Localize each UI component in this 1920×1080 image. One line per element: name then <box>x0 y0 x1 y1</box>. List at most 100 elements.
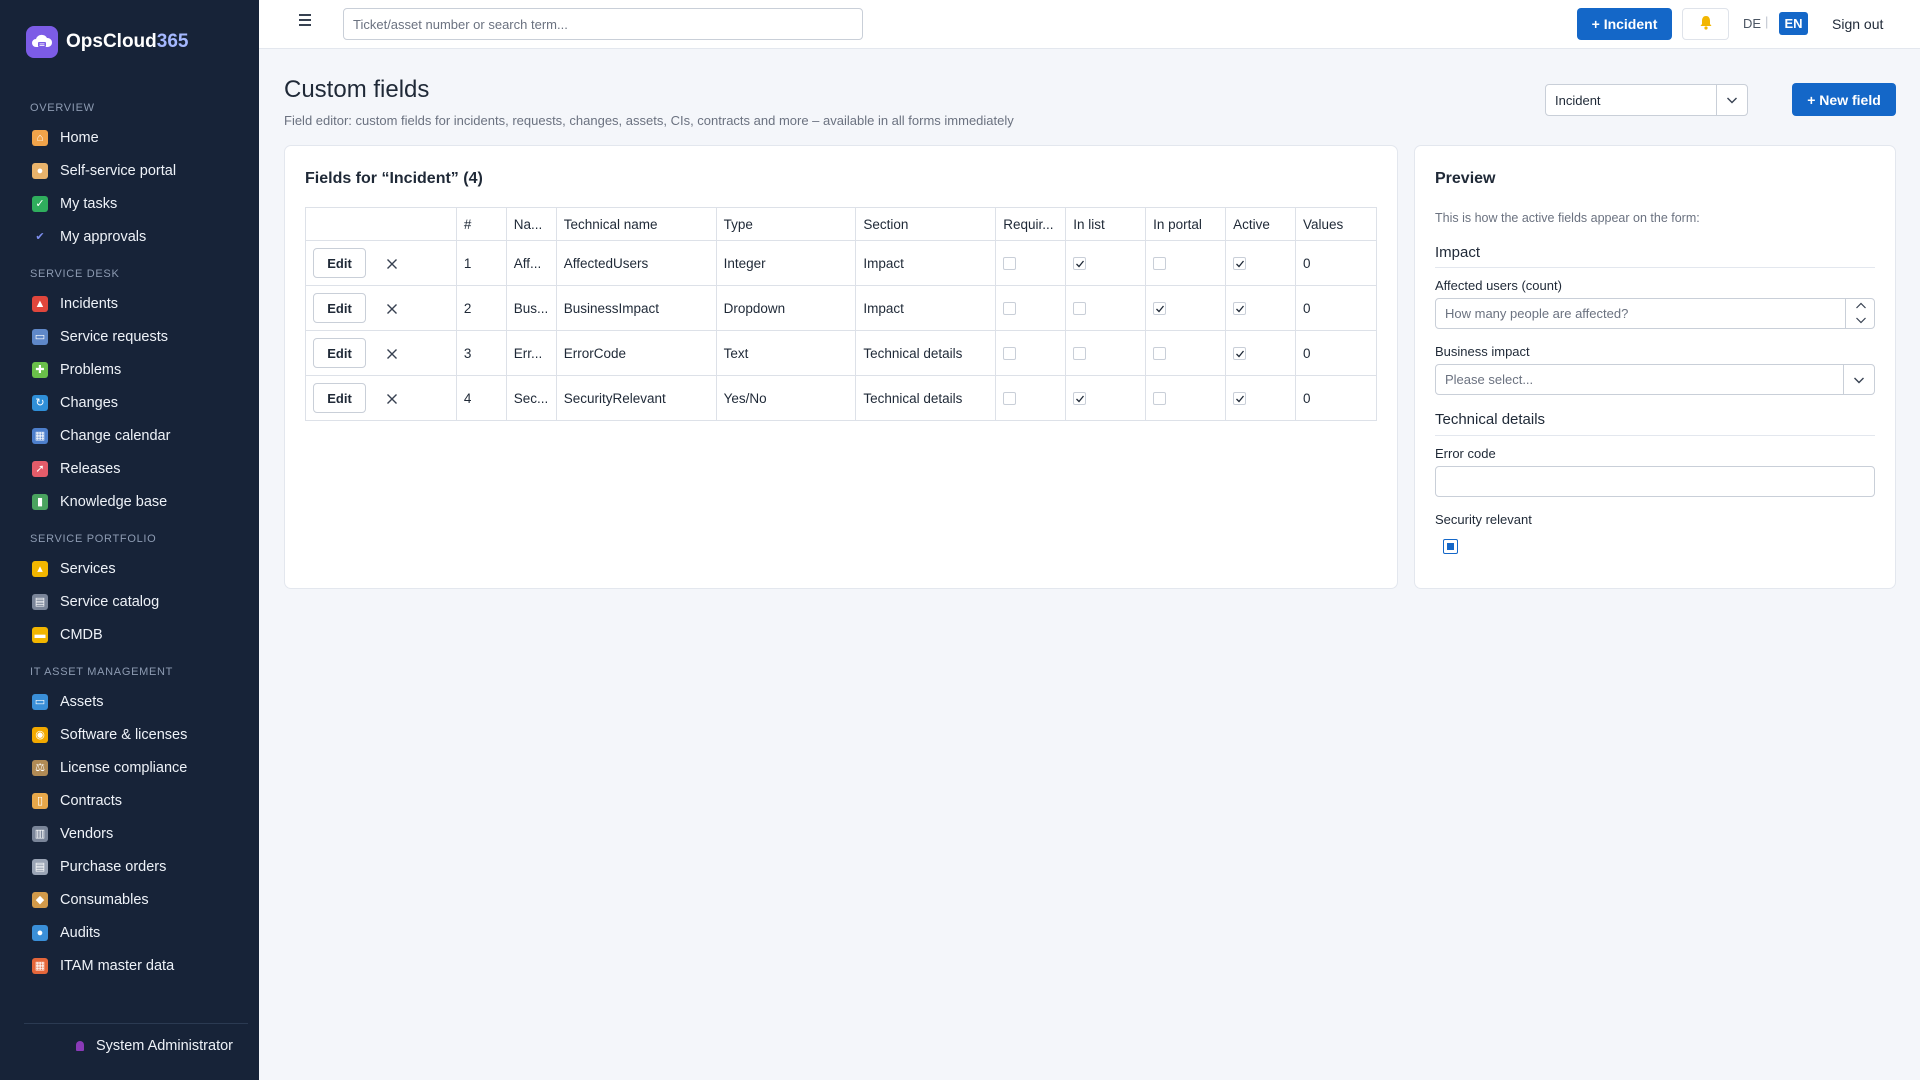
edit-button[interactable]: Edit <box>313 248 366 278</box>
required-checkbox[interactable] <box>1003 392 1017 406</box>
required-checkbox[interactable] <box>1003 347 1017 361</box>
current-user[interactable]: System Administrator <box>76 1038 233 1054</box>
in-list-checkbox[interactable] <box>1073 347 1087 361</box>
row-number: 1 <box>455 240 507 286</box>
security-relevant-checkbox[interactable] <box>1443 539 1458 554</box>
new-incident-button[interactable]: + Incident <box>1577 8 1672 40</box>
entity-type-select[interactable]: Incident <box>1545 84 1748 116</box>
sidebar-item-problems[interactable]: ✚ Problems <box>0 353 259 386</box>
language-en[interactable]: EN <box>1779 12 1808 35</box>
sidebar-item-changes[interactable]: ↻ Changes <box>0 386 259 419</box>
sidebar-item-audits[interactable]: ● Audits <box>0 916 259 949</box>
affected-users-input[interactable] <box>1435 298 1875 329</box>
user-name: System Administrator <box>96 1038 233 1054</box>
sidebar-item-cmdb[interactable]: ▬ CMDB <box>0 618 259 651</box>
field-type: Integer <box>715 240 857 286</box>
column-header-in-list[interactable]: In list <box>1065 207 1147 241</box>
in-list-checkbox[interactable] <box>1073 392 1087 406</box>
column-header-actions <box>305 207 457 241</box>
column-header-active[interactable]: Active <box>1225 207 1297 241</box>
in-list-checkbox[interactable] <box>1073 302 1087 316</box>
field-type: Text <box>715 330 857 376</box>
sidebar-item-knowledge-base[interactable]: ▮ Knowledge base <box>0 485 259 518</box>
delete-icon[interactable] <box>382 254 402 274</box>
in-portal-checkbox[interactable] <box>1153 302 1167 316</box>
edit-button[interactable]: Edit <box>313 293 366 323</box>
sidebar-item-label: CMDB <box>60 626 103 643</box>
sidebar-item-label: Software & licenses <box>60 726 188 743</box>
column-header-name[interactable]: Na... <box>505 207 557 241</box>
sign-out-link[interactable]: Sign out <box>1832 16 1883 32</box>
sidebar-section-heading: SERVICE DESK <box>30 268 120 280</box>
values-count: 0 <box>1295 285 1377 331</box>
in-portal-checkbox[interactable] <box>1153 392 1167 406</box>
sidebar-item-license-compliance[interactable]: ⚖ License compliance <box>0 751 259 784</box>
sidebar-item-incidents[interactable]: ▲ Incidents <box>0 287 259 320</box>
number-stepper[interactable] <box>1845 298 1875 329</box>
values-count: 0 <box>1295 240 1377 286</box>
sidebar-item-vendors[interactable]: ▥ Vendors <box>0 817 259 850</box>
sidebar-item-itam-master-data[interactable]: ▦ ITAM master data <box>0 949 259 982</box>
sidebar-item-home[interactable]: ⌂ Home <box>0 121 259 154</box>
required-checkbox[interactable] <box>1003 257 1017 271</box>
active-checkbox[interactable] <box>1233 302 1247 316</box>
disc-icon: ◉ <box>32 726 48 743</box>
table-row: Edit 1 Aff... AffectedUsers Integer Impact 0 <box>305 240 1377 286</box>
sidebar-item-purchase-orders[interactable]: ▤ Purchase orders <box>0 850 259 883</box>
sidebar-item-software-licenses[interactable]: ◉ Software & licenses <box>0 718 259 751</box>
edit-button[interactable]: Edit <box>313 338 366 368</box>
chevron-down-icon[interactable] <box>1855 316 1867 325</box>
active-checkbox[interactable] <box>1233 392 1247 406</box>
brand[interactable]: OpsCloud365 <box>26 26 188 58</box>
column-header-section[interactable]: Section <box>855 207 997 241</box>
column-header-type[interactable]: Type <box>715 207 857 241</box>
sidebar: OpsCloud365 OVERVIEW ⌂ Home ● Self-service p… <box>0 0 259 1080</box>
active-checkbox[interactable] <box>1233 347 1247 361</box>
column-header-in-portal[interactable]: In portal <box>1145 207 1227 241</box>
active-checkbox[interactable] <box>1233 257 1247 271</box>
column-header-required[interactable]: Requir... <box>995 207 1067 241</box>
language-de[interactable]: DE <box>1743 16 1761 31</box>
delete-icon[interactable] <box>382 299 402 319</box>
checkbox-icon: ✓ <box>32 195 48 212</box>
puzzle-icon: ✚ <box>32 361 48 378</box>
sidebar-item-service-catalog[interactable]: ▤ Service catalog <box>0 585 259 618</box>
inbox-icon: ▭ <box>32 328 48 345</box>
column-header-values[interactable]: Values <box>1295 207 1377 241</box>
table-row: Edit 2 Bus... BusinessImpact Dropdown Impact 0 <box>305 285 1377 331</box>
delete-icon[interactable] <box>382 389 402 409</box>
in-portal-checkbox[interactable] <box>1153 257 1167 271</box>
rocket-icon: ➚ <box>32 460 48 477</box>
notifications-button[interactable] <box>1682 8 1729 40</box>
sidebar-item-service-requests[interactable]: ▭ Service requests <box>0 320 259 353</box>
global-search-input[interactable] <box>343 8 863 40</box>
sidebar-item-my-tasks[interactable]: ✓ My tasks <box>0 187 259 220</box>
row-number: 4 <box>455 375 507 421</box>
table-row: Edit 3 Err... ErrorCode Text Technical detail… <box>305 330 1377 376</box>
field-name: Bus... <box>505 285 557 331</box>
preview-section-technical: Technical details <box>1435 411 1546 428</box>
in-portal-checkbox[interactable] <box>1153 347 1167 361</box>
error-code-label: Error code <box>1435 446 1496 461</box>
sidebar-item-services[interactable]: ▴ Services <box>0 552 259 585</box>
column-header-number[interactable]: # <box>455 207 507 241</box>
sidebar-item-consumables[interactable]: ◆ Consumables <box>0 883 259 916</box>
sidebar-item-contracts[interactable]: ▯ Contracts <box>0 784 259 817</box>
chevron-up-icon[interactable] <box>1855 301 1867 310</box>
in-list-checkbox[interactable] <box>1073 257 1087 271</box>
edit-button[interactable]: Edit <box>313 383 366 413</box>
computer-icon: ▭ <box>32 693 48 710</box>
sidebar-item-self-service-portal[interactable]: ● Self-service portal <box>0 154 259 187</box>
required-checkbox[interactable] <box>1003 302 1017 316</box>
sidebar-item-assets[interactable]: ▭ Assets <box>0 685 259 718</box>
column-header-technical-name[interactable]: Technical name <box>555 207 717 241</box>
menu-toggle-icon[interactable] <box>299 14 311 26</box>
entity-type-value: Incident <box>1555 92 1601 108</box>
delete-icon[interactable] <box>382 344 402 364</box>
sidebar-item-my-approvals[interactable]: ✔ My approvals <box>0 220 259 253</box>
business-impact-select[interactable]: Please select... <box>1435 364 1875 395</box>
sidebar-item-change-calendar[interactable]: ▦ Change calendar <box>0 419 259 452</box>
sidebar-item-releases[interactable]: ➚ Releases <box>0 452 259 485</box>
new-field-button[interactable]: + New field <box>1792 83 1896 116</box>
error-code-input[interactable] <box>1435 466 1875 497</box>
